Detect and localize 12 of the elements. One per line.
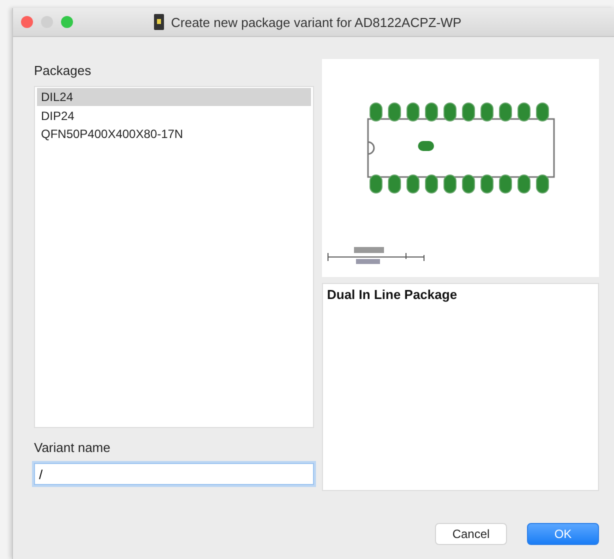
package-item[interactable]: DIP24 [35, 107, 313, 125]
close-button[interactable] [21, 16, 33, 28]
package-item[interactable]: QFN50P400X400X80-17N [35, 125, 313, 143]
package-description: Dual In Line Package [322, 283, 599, 491]
chip-icon [153, 14, 165, 30]
variant-name-field[interactable]: / [34, 463, 314, 485]
packages-label: Packages [34, 63, 92, 78]
window-title: Create new package variant for AD8122ACPZ-WP [171, 14, 462, 30]
cancel-button[interactable]: Cancel [435, 523, 507, 545]
package-item[interactable]: DIL24 [37, 88, 311, 106]
variant-name-label: Variant name [34, 440, 112, 455]
zoom-button[interactable] [61, 16, 73, 28]
